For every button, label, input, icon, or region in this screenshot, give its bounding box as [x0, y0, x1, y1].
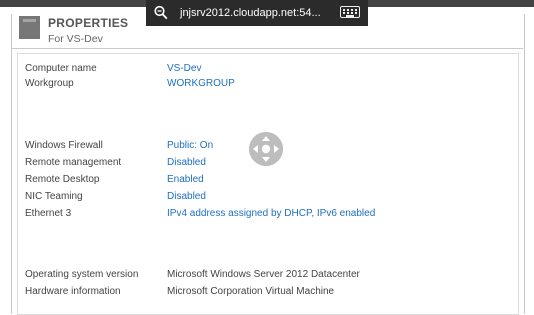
- nic-teaming-link[interactable]: Disabled: [167, 191, 206, 202]
- property-row-hardware: Hardware information Microsoft Corporati…: [25, 286, 515, 300]
- remote-management-link[interactable]: Disabled: [167, 157, 206, 168]
- windows-firewall-link[interactable]: Public: On: [167, 140, 213, 151]
- os-version-value: Microsoft Windows Server 2012 Datacenter: [167, 269, 360, 280]
- keyboard-icon[interactable]: [340, 6, 360, 18]
- property-row-remote-desktop: Remote Desktop Enabled: [25, 174, 515, 188]
- property-row-nic-teaming: NIC Teaming Disabled: [25, 191, 515, 205]
- server-icon: [19, 16, 40, 39]
- remote-toolbar: jnjsrv2012.cloudapp.net:54...: [146, 0, 368, 26]
- property-row-workgroup: Workgroup WORKGROUP: [25, 78, 515, 92]
- property-label: Workgroup: [25, 78, 74, 89]
- page-subtitle: For VS-Dev: [48, 33, 103, 45]
- workgroup-link[interactable]: WORKGROUP: [167, 78, 235, 89]
- property-label: Remote Desktop: [25, 174, 100, 185]
- remote-host-address: jnjsrv2012.cloudapp.net:54...: [180, 7, 321, 19]
- move-handle-icon[interactable]: [249, 132, 283, 166]
- property-label: Operating system version: [25, 269, 139, 280]
- computer-name-link[interactable]: VS-Dev: [167, 63, 201, 74]
- property-label: Windows Firewall: [25, 140, 103, 151]
- remote-desktop-link[interactable]: Enabled: [167, 174, 204, 185]
- hardware-value: Microsoft Corporation Virtual Machine: [167, 286, 335, 297]
- property-label: Hardware information: [25, 286, 121, 297]
- header-divider: [11, 48, 523, 49]
- property-label: Computer name: [25, 63, 97, 74]
- property-label: Remote management: [25, 157, 122, 168]
- property-row-os-version: Operating system version Microsoft Windo…: [25, 269, 515, 283]
- property-label: Ethernet 3: [25, 208, 72, 219]
- property-label: NIC Teaming: [25, 191, 83, 202]
- property-row-computer-name: Computer name VS-Dev: [25, 63, 515, 77]
- property-row-ethernet: Ethernet 3 IPv4 address assigned by DHCP…: [25, 208, 515, 222]
- page-title: PROPERTIES: [48, 16, 129, 30]
- zoom-icon[interactable]: [154, 5, 168, 21]
- ethernet-link[interactable]: IPv4 address assigned by DHCP, IPv6 enab…: [167, 208, 375, 219]
